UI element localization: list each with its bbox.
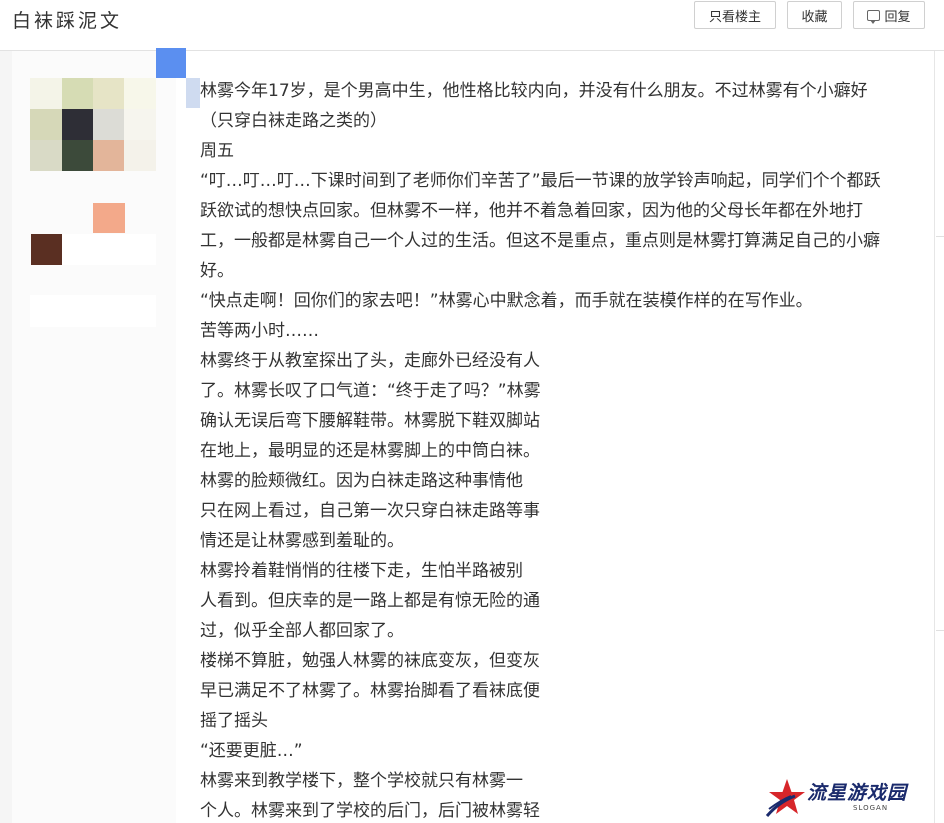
favorite-button[interactable]: 收藏 — [787, 1, 842, 29]
post-line: “叮…叮…叮…下课时间到了老师你们辛苦了”最后一节课的放学铃声响起，同学们个个都… — [200, 171, 881, 191]
post-title: 白袜踩泥文 — [12, 10, 123, 32]
post-line: 早已满足不了林雾了。林雾抬脚看了看袜底便 — [200, 681, 540, 701]
avatar[interactable] — [30, 78, 156, 171]
post-line: 摇了摇头 — [200, 711, 268, 731]
post-line: 好。 — [200, 261, 234, 281]
post-line: 过，似乎全部人都回家了。 — [200, 621, 404, 641]
user-badge — [93, 203, 125, 233]
right-border — [934, 51, 935, 823]
only-owner-button[interactable]: 只看楼主 — [694, 1, 776, 29]
post-line: 在地上，最明显的还是林雾脚上的中筒白袜。 — [200, 441, 540, 461]
user-level-icon — [31, 234, 62, 265]
watermark-text: 流星游戏园 — [807, 782, 908, 804]
post-line: 情还是让林雾感到羞耻的。 — [200, 531, 404, 551]
scroll-tick — [936, 236, 944, 237]
post-line: 周五 — [200, 141, 234, 161]
post-line: 苦等两小时…… — [200, 321, 319, 341]
user-info-bar — [30, 295, 156, 327]
post-line: 林雾拎着鞋悄悄的往楼下走，生怕半路被别 — [200, 561, 523, 581]
post-line: 楼梯不算脏，勉强人林雾的袜底变灰，但变灰 — [200, 651, 540, 671]
reply-button-label: 回复 — [884, 9, 911, 25]
comment-icon — [867, 9, 881, 24]
scroll-tick — [936, 630, 944, 631]
floor-marker-shadow — [186, 78, 200, 108]
post-line: 跃欲试的想快点回家。但林雾不一样，他并不着急着回家，因为他的父母长年都在外地打 — [200, 201, 863, 221]
user-info-bar — [62, 234, 156, 265]
post-line: 工，一般都是林雾自己一个人过的生活。但这不是重点，重点则是林雾打算满足自己的小癖 — [200, 231, 880, 251]
post-line: 人看到。但庆幸的是一路上都是有惊无险的通 — [200, 591, 540, 611]
floor-marker — [156, 48, 186, 78]
post-line: 林雾的脸颊微红。因为白袜走路这种事情他 — [200, 471, 523, 491]
site-watermark: 流星游戏园 SLOGAN — [765, 776, 935, 820]
post-body: 林雾今年17岁，是个男高中生，他性格比较内向，并没有什么朋友。不过林雾有个小癖好… — [200, 76, 900, 823]
post-line: 林雾今年17岁，是个男高中生，他性格比较内向，并没有什么朋友。不过林雾有个小癖好 — [200, 81, 868, 101]
left-gutter — [0, 51, 12, 823]
post-header: 白袜踩泥文 只看楼主 收藏 回复 — [0, 0, 944, 51]
post-line: 确认无误后弯下腰解鞋带。林雾脱下鞋双脚站 — [200, 411, 540, 431]
post-line: “还要更脏…” — [200, 741, 303, 761]
reply-button[interactable]: 回复 — [853, 1, 925, 29]
star-logo-icon — [765, 779, 805, 817]
post-line: “快点走啊！回你们的家去吧！”林雾心中默念着，而手就在装模作样的在写作业。 — [200, 291, 813, 311]
watermark-slogan: SLOGAN — [853, 804, 889, 812]
post-line: 林雾终于从教室探出了头，走廊外已经没有人 — [200, 351, 540, 371]
post-line: 只在网上看过，自己第一次只穿白袜走路等事 — [200, 501, 540, 521]
post-line: 了。林雾长叹了口气道：“终于走了吗？”林雾 — [200, 381, 541, 401]
post-line: （只穿白袜走路之类的） — [200, 111, 387, 131]
